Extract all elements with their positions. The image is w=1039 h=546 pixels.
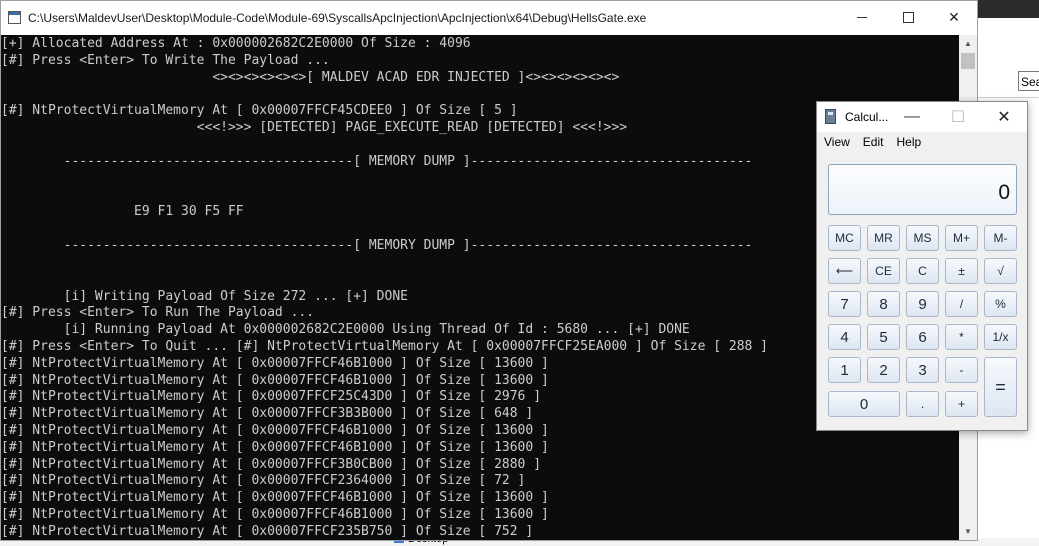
console-line: [#] Press <Enter> To Write The Payload .… bbox=[1, 53, 330, 68]
key-equals[interactable]: = bbox=[984, 357, 1017, 417]
console-line: [#] NtProtectVirtualMemory At [ 0x00007F… bbox=[1, 457, 542, 472]
console-titlebar[interactable]: C:\Users\MaldevUser\Desktop\Module-Code\… bbox=[1, 1, 977, 35]
console-title: C:\Users\MaldevUser\Desktop\Module-Code\… bbox=[28, 11, 647, 25]
maximize-icon: ☐ bbox=[950, 109, 966, 126]
key-subtract[interactable]: - bbox=[945, 357, 978, 383]
key-add[interactable]: + bbox=[945, 391, 978, 417]
key-m-minus[interactable]: M- bbox=[984, 225, 1017, 251]
key-6[interactable]: 6 bbox=[906, 324, 939, 350]
console-line: [+] Allocated Address At : 0x000002682C2… bbox=[1, 36, 471, 51]
console-line: -------------------------------------[ M… bbox=[1, 154, 753, 169]
calculator-close-button[interactable]: ✕ bbox=[981, 102, 1027, 132]
key-percent[interactable]: % bbox=[984, 291, 1017, 317]
console-app-icon bbox=[8, 11, 21, 24]
key-9[interactable]: 9 bbox=[906, 291, 939, 317]
console-line: [#] NtProtectVirtualMemory At [ 0x00007F… bbox=[1, 103, 518, 118]
console-line: [i] Writing Payload Of Size 272 ... [+] … bbox=[1, 289, 408, 304]
key-sqrt[interactable]: √ bbox=[984, 258, 1017, 284]
calculator-app-icon bbox=[825, 109, 836, 124]
calculator-display: 0 bbox=[828, 164, 1017, 215]
calculator-window: Calcul... — ☐ ✕ View Edit Help 0 MC MR M… bbox=[816, 101, 1028, 431]
calculator-titlebar[interactable]: Calcul... — ☐ ✕ bbox=[817, 102, 1027, 132]
key-divide[interactable]: / bbox=[945, 291, 978, 317]
display-value: 0 bbox=[998, 181, 1010, 204]
console-line: [#] NtProtectVirtualMemory At [ 0x00007F… bbox=[1, 389, 542, 404]
console-line: [#] Press <Enter> To Quit ... [#] NtProt… bbox=[1, 339, 769, 354]
key-5[interactable]: 5 bbox=[867, 324, 900, 350]
console-line: [#] NtProtectVirtualMemory At [ 0x00007F… bbox=[1, 373, 549, 388]
background-search-field[interactable]: Sea bbox=[1018, 71, 1039, 91]
key-reciprocal[interactable]: 1/x bbox=[984, 324, 1017, 350]
key-3[interactable]: 3 bbox=[906, 357, 939, 383]
menu-help[interactable]: Help bbox=[889, 133, 927, 153]
key-8[interactable]: 8 bbox=[867, 291, 900, 317]
key-multiply[interactable]: * bbox=[945, 324, 978, 350]
console-line: [#] NtProtectVirtualMemory At [ 0x00007F… bbox=[1, 473, 526, 488]
scroll-up-arrow-icon[interactable]: ▲ bbox=[959, 35, 977, 52]
close-icon: ✕ bbox=[997, 109, 1011, 126]
key-1[interactable]: 1 bbox=[828, 357, 861, 383]
console-line: E9 F1 30 F5 FF bbox=[1, 204, 244, 219]
console-line: <><><><><><>[ MALDEV ACAD EDR INJECTED ]… bbox=[1, 70, 620, 85]
background-divider bbox=[975, 97, 1039, 98]
maximize-icon bbox=[902, 11, 914, 23]
calculator-title: Calcul... bbox=[845, 110, 889, 124]
key-ce[interactable]: CE bbox=[867, 258, 900, 284]
minimize-button[interactable] bbox=[839, 1, 885, 33]
console-line: [#] NtProtectVirtualMemory At [ 0x00007F… bbox=[1, 490, 549, 505]
close-button[interactable]: ✕ bbox=[931, 1, 977, 33]
close-icon: ✕ bbox=[948, 8, 960, 25]
key-backspace[interactable]: ⟵ bbox=[828, 258, 861, 284]
key-plus-minus[interactable]: ± bbox=[945, 258, 978, 284]
key-7[interactable]: 7 bbox=[828, 291, 861, 317]
key-m-plus[interactable]: M+ bbox=[945, 225, 978, 251]
minimize-icon bbox=[857, 16, 867, 18]
menu-view[interactable]: View bbox=[817, 133, 856, 153]
calculator-menubar: View Edit Help bbox=[817, 133, 1027, 153]
key-c[interactable]: C bbox=[906, 258, 939, 284]
console-line: [i] Running Payload At 0x000002682C2E000… bbox=[1, 322, 690, 337]
key-decimal[interactable]: . bbox=[906, 391, 939, 417]
key-mc[interactable]: MC bbox=[828, 225, 861, 251]
console-line: [#] NtProtectVirtualMemory At [ 0x00007F… bbox=[1, 440, 549, 455]
key-0[interactable]: 0 bbox=[828, 391, 900, 417]
key-2[interactable]: 2 bbox=[867, 357, 900, 383]
calculator-minimize-button[interactable]: — bbox=[889, 102, 935, 132]
scrollbar-thumb[interactable] bbox=[961, 53, 975, 69]
console-line: [#] NtProtectVirtualMemory At [ 0x00007F… bbox=[1, 406, 534, 421]
calculator-maximize-button[interactable]: ☐ bbox=[935, 102, 981, 132]
key-mr[interactable]: MR bbox=[867, 225, 900, 251]
maximize-button[interactable] bbox=[885, 1, 931, 33]
key-4[interactable]: 4 bbox=[828, 324, 861, 350]
key-ms[interactable]: MS bbox=[906, 225, 939, 251]
scroll-down-arrow-icon[interactable]: ▼ bbox=[959, 523, 977, 540]
menu-edit[interactable]: Edit bbox=[856, 133, 890, 153]
console-line: [#] NtProtectVirtualMemory At [ 0x00007F… bbox=[1, 524, 534, 539]
minimize-icon: — bbox=[904, 108, 920, 125]
console-line: [#] NtProtectVirtualMemory At [ 0x00007F… bbox=[1, 356, 549, 371]
background-titlebar bbox=[975, 0, 1039, 18]
console-line: -------------------------------------[ M… bbox=[1, 238, 753, 253]
console-line: [#] NtProtectVirtualMemory At [ 0x00007F… bbox=[1, 507, 549, 522]
console-line: <<<!>>> [DETECTED] PAGE_EXECUTE_READ [DE… bbox=[1, 120, 628, 135]
console-line: [#] Press <Enter> To Run The Payload ... bbox=[1, 305, 315, 320]
console-line: [#] NtProtectVirtualMemory At [ 0x00007F… bbox=[1, 423, 549, 438]
